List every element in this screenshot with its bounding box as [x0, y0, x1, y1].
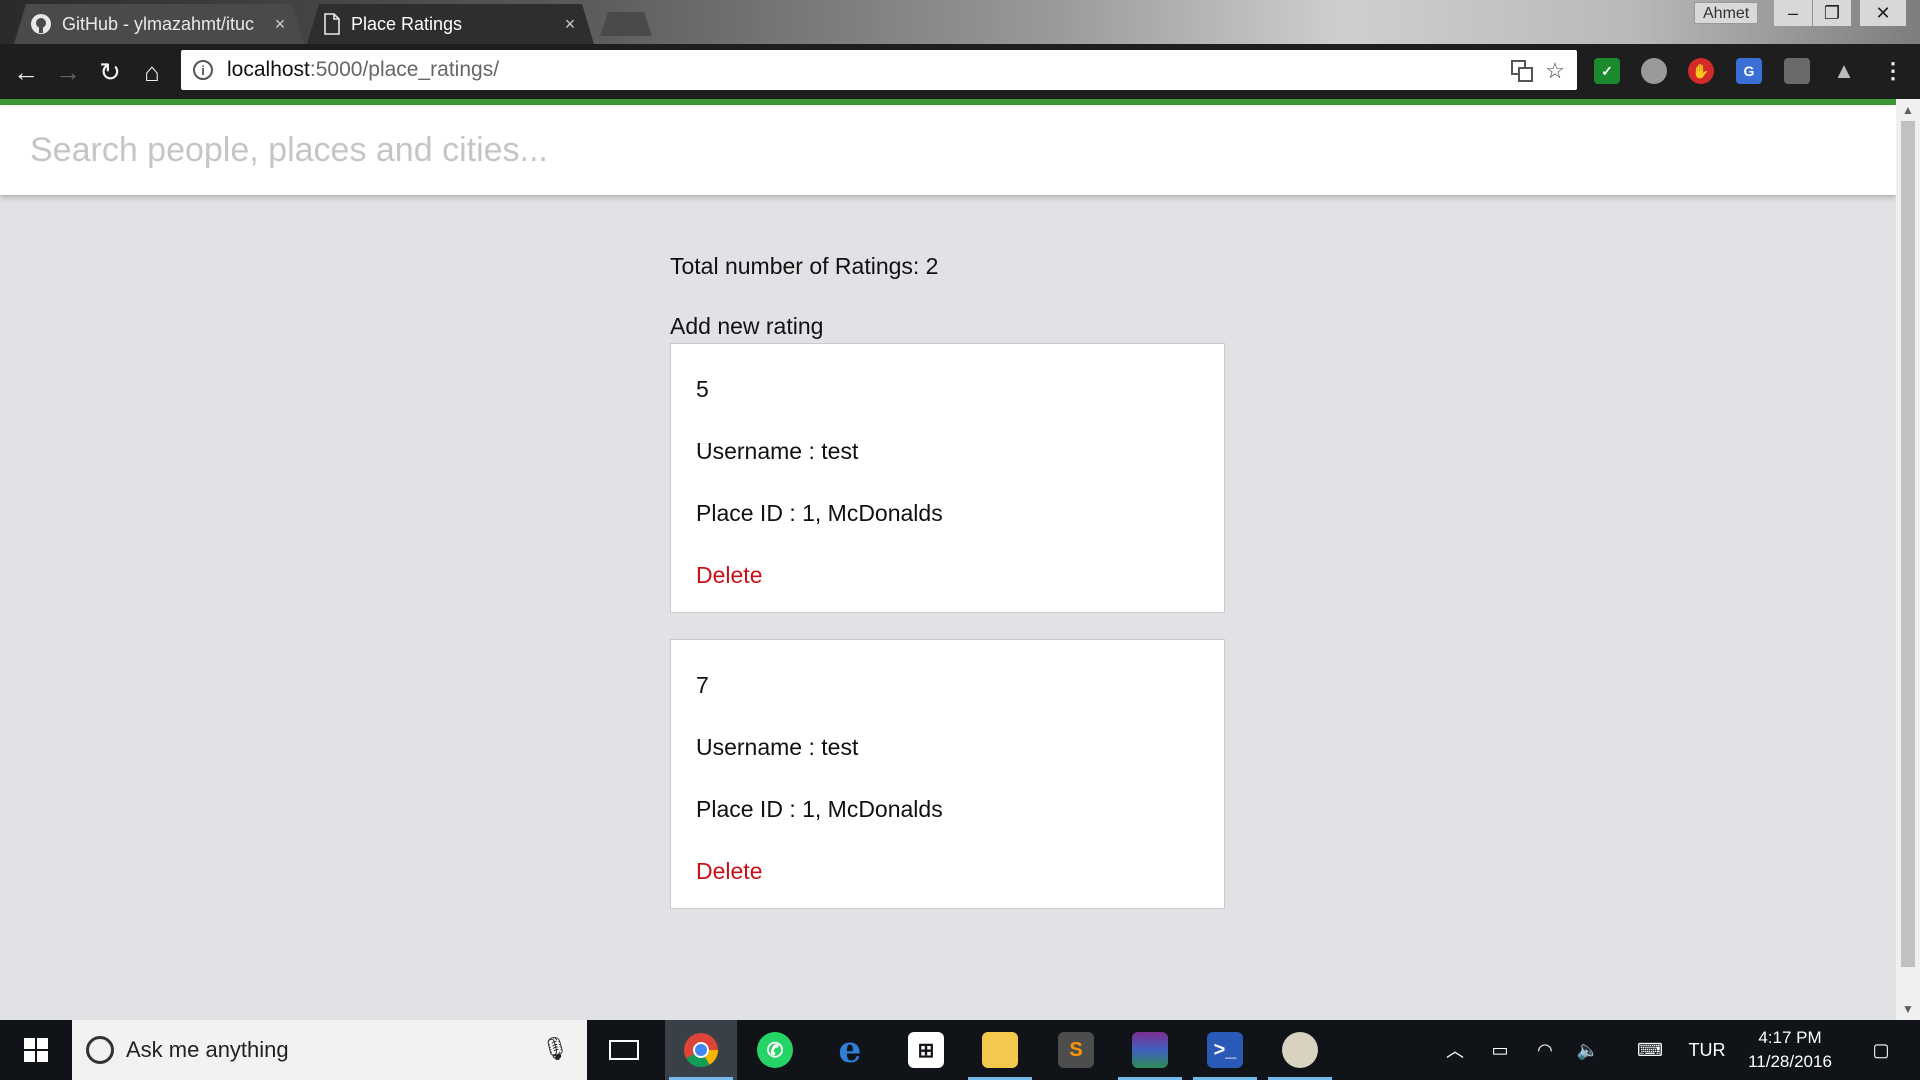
- taskbar-file-explorer[interactable]: [964, 1020, 1036, 1080]
- github-icon: [30, 13, 52, 35]
- tab-title: GitHub - ylmazahmt/ituc: [62, 13, 255, 34]
- taskbar-store[interactable]: ⊞: [890, 1020, 962, 1080]
- tab-title: Place Ratings: [351, 13, 463, 34]
- url-text: localhost:5000/place_ratings/: [227, 58, 499, 82]
- address-bar[interactable]: i localhost:5000/place_ratings/ ☆: [181, 50, 1577, 90]
- show-hidden-icons-icon[interactable]: ︿: [1440, 1020, 1470, 1080]
- file-explorer-icon: [982, 1032, 1018, 1068]
- page-body: Total number of Ratings: 2 Add new ratin…: [0, 105, 1896, 1020]
- paint-icon: [1282, 1032, 1318, 1068]
- taskbar-chrome[interactable]: [665, 1020, 737, 1080]
- drive-extension-icon[interactable]: ▲: [1831, 58, 1857, 84]
- action-center-icon[interactable]: ▢: [1856, 1020, 1906, 1080]
- wifi-icon[interactable]: ◠: [1530, 1020, 1560, 1080]
- winrar-icon: [1132, 1032, 1168, 1068]
- total-ratings-label: Total number of Ratings: 2: [670, 253, 939, 279]
- windows-logo-icon: [24, 1038, 48, 1062]
- taskbar-edge[interactable]: e: [814, 1020, 886, 1080]
- browser-titlebar: GitHub - ylmazahmt/ituc × Place Ratings …: [0, 0, 1920, 44]
- tab-close-icon[interactable]: ×: [270, 14, 290, 35]
- tab-github[interactable]: GitHub - ylmazahmt/ituc ×: [14, 4, 304, 44]
- tab-close-icon[interactable]: ×: [560, 14, 580, 35]
- rating-card: 7 Username : test Place ID : 1, McDonald…: [670, 639, 1225, 909]
- ratings-container: Total number of Ratings: 2 Add new ratin…: [670, 253, 1225, 909]
- taskbar-whatsapp[interactable]: ✆: [739, 1020, 811, 1080]
- volume-icon[interactable]: 🔈: [1573, 1020, 1603, 1080]
- google-translate-extension-icon[interactable]: G: [1736, 58, 1762, 84]
- task-view-button[interactable]: [588, 1020, 660, 1080]
- rating-username: Username : test: [696, 734, 859, 760]
- tab-place-ratings[interactable]: Place Ratings ×: [307, 4, 594, 44]
- taskbar-paint[interactable]: [1264, 1020, 1336, 1080]
- windows-taskbar: Ask me anything 🎙 ✆ e ⊞ S >_ ︿ ▭ ◠ 🔈 ⌨ T…: [0, 1020, 1920, 1080]
- forward-button[interactable]: →: [50, 54, 86, 90]
- cortana-icon: [86, 1036, 114, 1064]
- rating-card: 5 Username : test Place ID : 1, McDonald…: [670, 343, 1225, 613]
- restore-button[interactable]: ❐: [1813, 0, 1851, 26]
- taskbar-winrar[interactable]: [1114, 1020, 1186, 1080]
- taskbar-powershell[interactable]: >_: [1189, 1020, 1261, 1080]
- sublime-icon: S: [1058, 1032, 1094, 1068]
- powershell-icon: >_: [1207, 1032, 1243, 1068]
- profile-button[interactable]: Ahmet: [1694, 2, 1759, 24]
- cortana-search-text: Ask me anything: [126, 1037, 289, 1062]
- rating-place: Place ID : 1, McDonalds: [696, 796, 943, 822]
- url-path: :5000/place_ratings/: [309, 58, 500, 81]
- back-button[interactable]: ←: [8, 54, 44, 90]
- new-tab-button[interactable]: [600, 12, 652, 36]
- task-view-icon: [609, 1040, 639, 1060]
- shield-extension-icon[interactable]: ✓: [1594, 58, 1620, 84]
- search-input[interactable]: [30, 123, 1730, 177]
- delete-rating-link[interactable]: Delete: [696, 858, 762, 884]
- scroll-up-icon[interactable]: ▲: [1896, 101, 1920, 119]
- keyboard-icon[interactable]: ⌨: [1630, 1020, 1670, 1080]
- clock[interactable]: 4:17 PM 11/28/2016: [1730, 1026, 1850, 1074]
- clock-time: 4:17 PM: [1758, 1028, 1822, 1047]
- close-window-button[interactable]: ✕: [1860, 0, 1906, 26]
- chrome-icon: [684, 1033, 718, 1067]
- reload-icon: ↻: [99, 56, 121, 87]
- bookmark-star-icon[interactable]: ☆: [1543, 58, 1567, 83]
- page-icon: [323, 13, 341, 35]
- arrow-right-icon: →: [55, 56, 81, 87]
- store-icon: ⊞: [908, 1032, 944, 1068]
- adblock-extension-icon[interactable]: ✋: [1688, 58, 1714, 84]
- clock-date: 11/28/2016: [1748, 1052, 1832, 1071]
- search-bar: [0, 105, 1896, 195]
- minimize-button[interactable]: –: [1774, 0, 1812, 26]
- battery-icon[interactable]: ▭: [1485, 1020, 1515, 1080]
- vertical-scrollbar[interactable]: ▲ ▼: [1896, 99, 1920, 1020]
- reload-button[interactable]: ↻: [92, 54, 128, 90]
- taskbar-sublime[interactable]: S: [1040, 1020, 1112, 1080]
- cloud-extension-icon[interactable]: [1641, 58, 1667, 84]
- cortana-search-box[interactable]: Ask me anything 🎙: [72, 1020, 587, 1080]
- url-host: localhost: [227, 58, 310, 81]
- microphone-icon[interactable]: 🎙: [541, 1036, 569, 1062]
- scroll-down-icon[interactable]: ▼: [1896, 1000, 1920, 1018]
- edge-icon: e: [838, 1029, 862, 1071]
- rating-score: 5: [696, 376, 709, 402]
- rating-place: Place ID : 1, McDonalds: [696, 500, 943, 526]
- rating-username: Username : test: [696, 438, 859, 464]
- language-indicator[interactable]: TUR: [1682, 1020, 1732, 1080]
- menu-kebab-icon[interactable]: ⋮: [1880, 58, 1906, 84]
- start-button[interactable]: [0, 1020, 72, 1080]
- arrow-left-icon: ←: [13, 56, 39, 87]
- translate-icon[interactable]: [1510, 59, 1534, 83]
- rating-score: 7: [696, 672, 709, 698]
- home-icon: ⌂: [144, 56, 160, 87]
- home-button[interactable]: ⌂: [134, 54, 170, 90]
- info-icon[interactable]: i: [193, 60, 213, 80]
- whatsapp-icon: ✆: [757, 1032, 793, 1068]
- add-new-rating-link[interactable]: Add new rating: [670, 313, 1225, 343]
- scrollbar-thumb[interactable]: [1901, 121, 1915, 967]
- delete-rating-link[interactable]: Delete: [696, 562, 762, 588]
- browser-toolbar: ← → ↻ ⌂ i localhost:5000/place_ratings/ …: [0, 44, 1920, 99]
- extension-icon[interactable]: [1784, 58, 1810, 84]
